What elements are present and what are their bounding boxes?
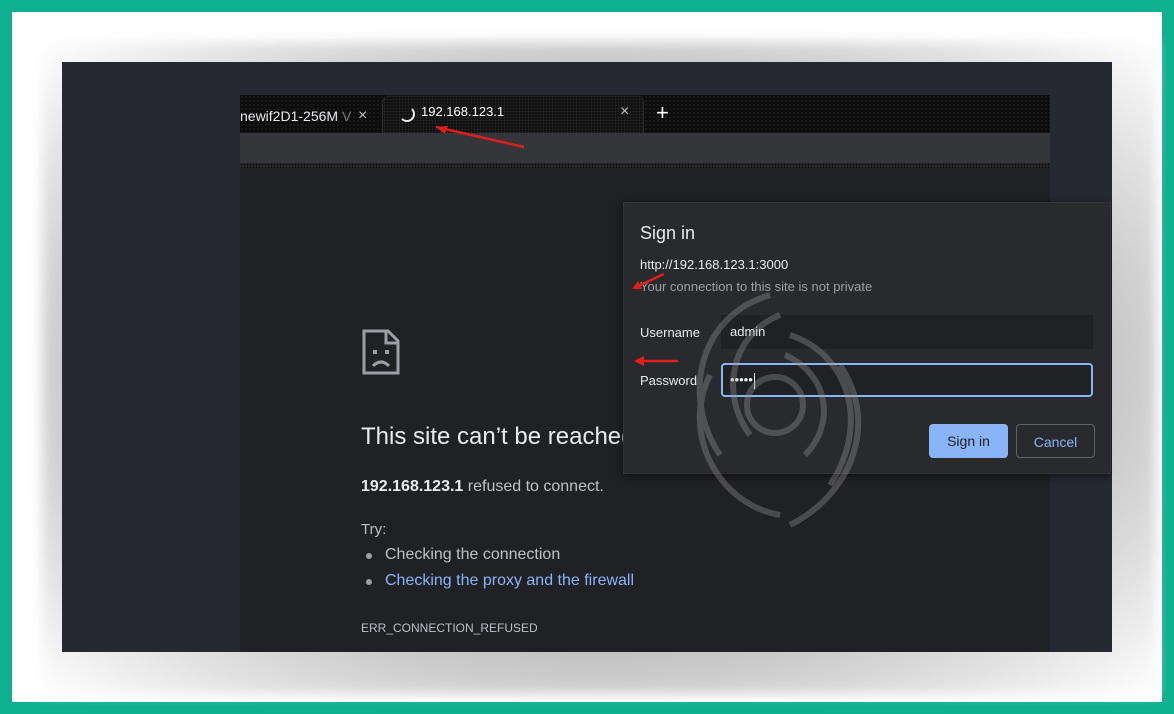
tab-title: 192.168.123.1	[421, 104, 505, 119]
error-code: ERR_CONNECTION_REFUSED	[361, 621, 538, 635]
tab-title: newif2D1-256M V	[240, 108, 352, 124]
password-label: Password	[640, 373, 698, 388]
tab-strip: newif2D1-256M V × 192.168.123.1 × +	[240, 95, 1050, 133]
error-host: 192.168.123.1	[361, 478, 464, 495]
bullet-icon	[366, 553, 372, 559]
dialog-privacy-note: Your connection to this site is not priv…	[640, 279, 873, 294]
close-icon[interactable]: ×	[620, 95, 629, 129]
tab-active[interactable]: 192.168.123.1 ×	[382, 95, 644, 133]
dialog-url: http://192.168.123.1:3000	[640, 257, 789, 272]
suggestion-link[interactable]: Checking the proxy and the firewall	[366, 572, 634, 590]
sign-in-dialog: Sign in http://192.168.123.1:3000 Your c…	[623, 202, 1111, 474]
browser-window: newif2D1-256M V × 192.168.123.1 × + This…	[240, 95, 1111, 652]
try-label: Try:	[361, 521, 387, 538]
dialog-title: Sign in	[640, 223, 696, 243]
text-caret	[753, 372, 755, 389]
desktop-screenshot: newif2D1-256M V × 192.168.123.1 × + This…	[62, 62, 1112, 652]
error-title: This site can’t be reached	[361, 423, 635, 450]
sign-in-button[interactable]: Sign in	[929, 424, 1008, 458]
username-label: Username	[640, 325, 700, 340]
plus-icon[interactable]: +	[656, 98, 669, 128]
close-icon[interactable]: ×	[358, 99, 367, 133]
bullet-icon	[366, 579, 372, 585]
error-detail-text: refused to connect.	[463, 478, 604, 495]
toolbar	[240, 133, 1050, 163]
sad-page-icon	[362, 329, 400, 375]
cancel-button[interactable]: Cancel	[1016, 424, 1095, 458]
tab-inactive[interactable]: newif2D1-256M V ×	[240, 99, 382, 133]
error-detail: 192.168.123.1 refused to connect.	[361, 478, 604, 496]
username-input[interactable]: admin	[721, 315, 1093, 349]
loading-spinner-icon	[399, 106, 415, 122]
suggestion-item: Checking the connection	[366, 546, 560, 564]
password-input[interactable]: •••••	[721, 363, 1093, 397]
